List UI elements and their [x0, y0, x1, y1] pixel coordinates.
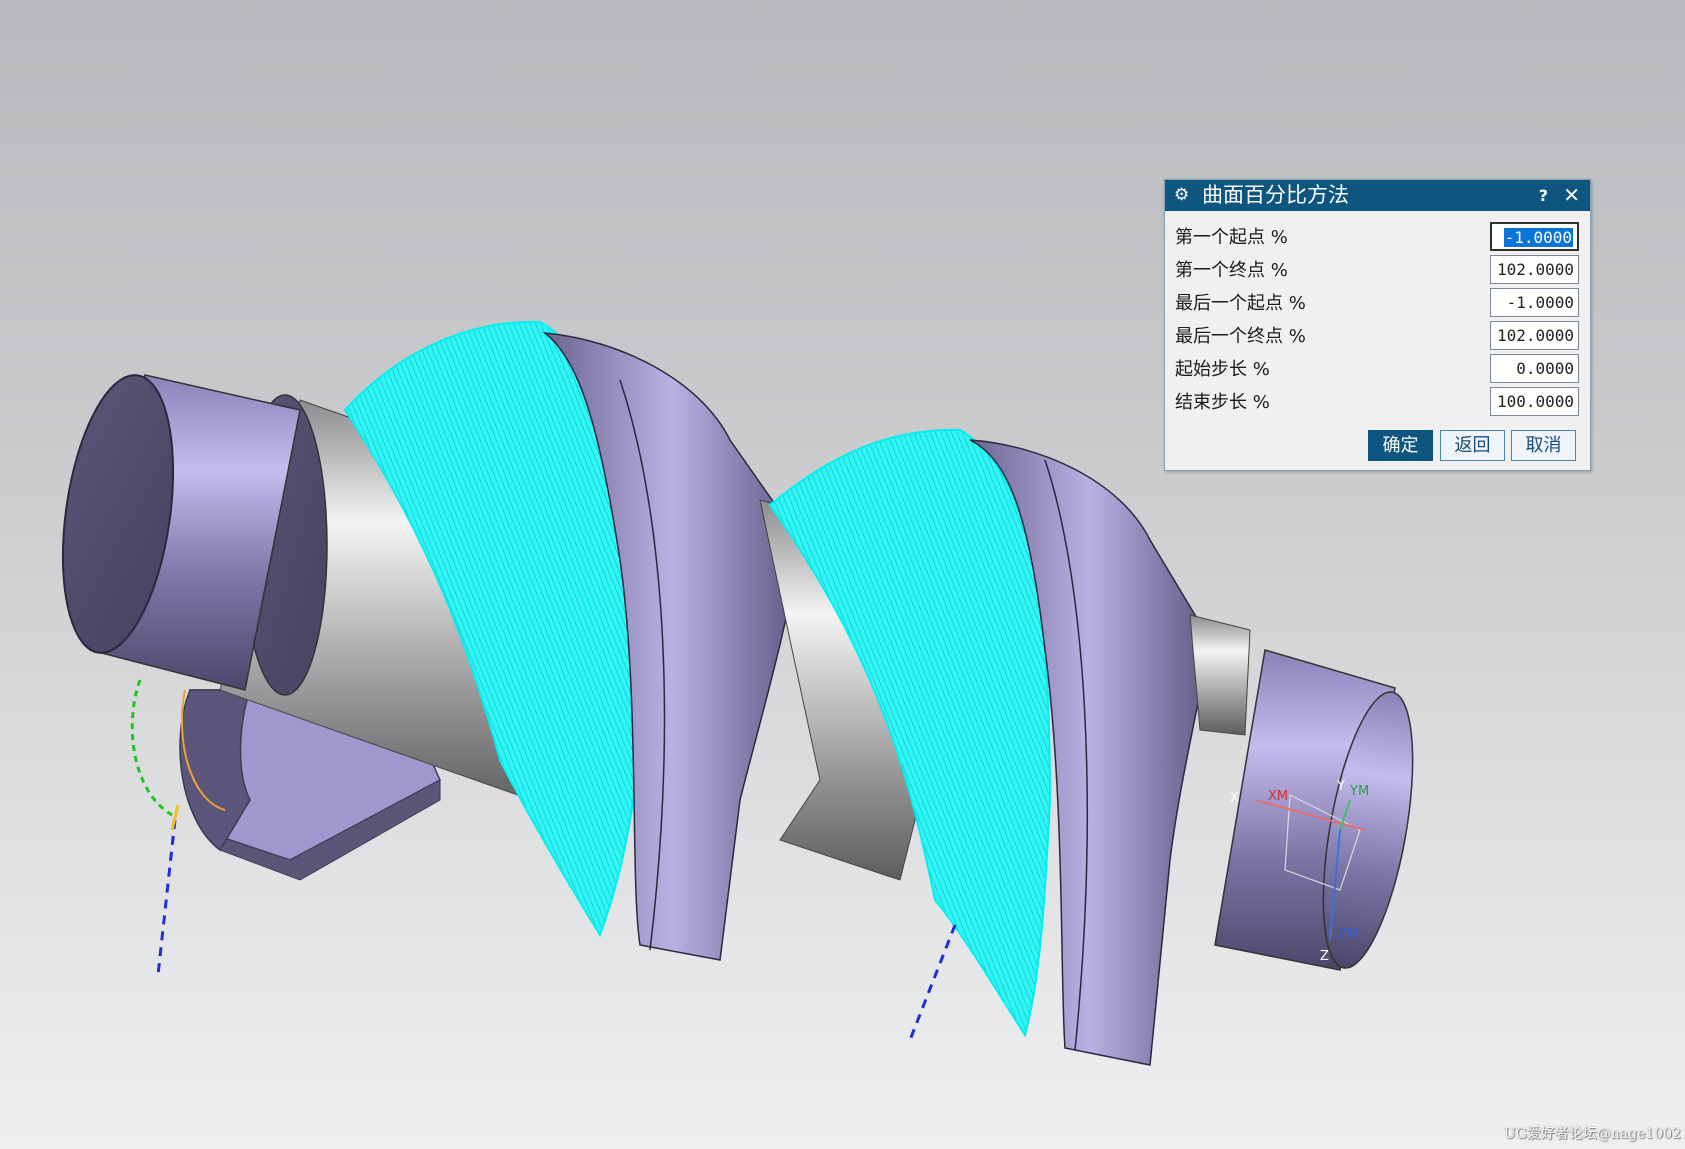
end-step-input[interactable]: 100.0000 — [1490, 387, 1579, 416]
first-end-label: 第一个终点 % — [1175, 260, 1288, 281]
start-step-row: 起始步长 % 0.0000 — [1165, 354, 1590, 387]
close-icon[interactable]: ✕ — [1563, 180, 1580, 211]
first-end-input[interactable]: 102.0000 — [1490, 255, 1579, 284]
last-end-label: 最后一个终点 % — [1175, 326, 1306, 347]
last-start-row: 最后一个起点 % -1.0000 — [1165, 288, 1590, 321]
watermark: UG爱好者论坛@nage1002 — [1503, 1126, 1681, 1142]
dialog-title: 曲面百分比方法 — [1202, 183, 1349, 207]
triad-z-label: Z — [1320, 949, 1329, 964]
last-start-label: 最后一个起点 % — [1175, 293, 1306, 314]
ok-button[interactable]: 确定 — [1368, 430, 1433, 461]
end-step-label: 结束步长 % — [1175, 392, 1270, 413]
start-step-label: 起始步长 % — [1175, 359, 1270, 380]
first-start-label: 第一个起点 % — [1175, 227, 1288, 248]
dialog-titlebar[interactable]: ⚙ 曲面百分比方法 ? ✕ — [1165, 180, 1590, 211]
back-button[interactable]: 返回 — [1440, 430, 1505, 461]
help-button[interactable]: ? — [1539, 180, 1548, 211]
first-start-row: 第一个起点 % -1.0000 — [1165, 222, 1590, 255]
last-start-input[interactable]: -1.0000 — [1490, 288, 1579, 317]
gear-icon: ⚙ — [1174, 185, 1190, 205]
cad-viewport[interactable]: X XM Y YM ZM Z — [0, 0, 1685, 1149]
start-step-input[interactable]: 0.0000 — [1490, 354, 1579, 383]
shaft-right-shoulder — [1189, 614, 1251, 736]
end-step-row: 结束步长 % 100.0000 — [1165, 387, 1590, 420]
last-end-row: 最后一个终点 % 102.0000 — [1165, 321, 1590, 354]
first-end-row: 第一个终点 % 102.0000 — [1165, 255, 1590, 288]
triad-x-label: X — [1230, 791, 1239, 806]
surface-percentage-dialog: ⚙ 曲面百分比方法 ? ✕ 第一个起点 % -1.0000 第一个终点 % 10… — [1164, 179, 1591, 471]
cancel-button[interactable]: 取消 — [1511, 430, 1576, 461]
triad-xm-label: XM — [1268, 789, 1288, 804]
triad-ym-label: YM — [1349, 784, 1369, 799]
triad-y-label: Y — [1336, 779, 1345, 794]
last-end-input[interactable]: 102.0000 — [1490, 321, 1579, 350]
first-start-input[interactable]: -1.0000 — [1490, 222, 1579, 251]
triad-zm-label: ZM — [1338, 927, 1358, 942]
